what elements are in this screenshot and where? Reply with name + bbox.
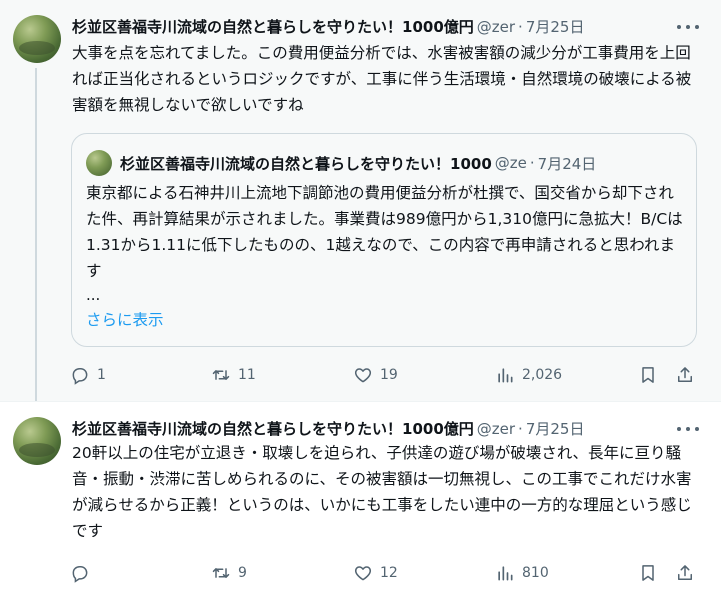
- retweet-icon: [212, 568, 230, 578]
- bookmark-button[interactable]: [638, 363, 658, 387]
- author-name[interactable]: 杉並区善福寺川流域の自然と暮らしを守りたい！1000億円: [72, 419, 474, 439]
- tweet-date[interactable]: 7月25日: [526, 419, 585, 439]
- reply-count: 1: [97, 367, 106, 383]
- separator-dot: ·: [518, 420, 523, 438]
- views-button[interactable]: 2,026: [495, 363, 562, 387]
- reply-button[interactable]: 1: [70, 363, 106, 387]
- reply-icon: [72, 566, 88, 583]
- quoted-tweet[interactable]: 杉並区善福寺川流域の自然と暮らしを守りたい！1000 @ze · 7月24日 東…: [71, 133, 697, 347]
- avatar[interactable]: [13, 417, 61, 465]
- more-icon[interactable]: [677, 18, 699, 36]
- quoted-avatar: [86, 150, 112, 176]
- author-name[interactable]: 杉並区善福寺川流域の自然と暮らしを守りたい！1000億円: [72, 17, 474, 37]
- views-count: 2,026: [522, 367, 563, 383]
- share-icon: [678, 565, 692, 580]
- tweet[interactable]: 杉並区善福寺川流域の自然と暮らしを守りたい！1000億円 @zer · 7月25…: [0, 0, 721, 401]
- action-bar: 9 12 810: [70, 561, 702, 585]
- views-icon: [498, 368, 513, 383]
- retweet-icon: [212, 370, 230, 380]
- bookmark-icon: [642, 565, 654, 581]
- quoted-date: 7月24日: [537, 154, 597, 173]
- heart-icon: [354, 566, 372, 581]
- quoted-author-handle: @ze: [494, 154, 527, 172]
- reply-button[interactable]: [70, 561, 97, 585]
- share-icon: [678, 367, 692, 382]
- reply-icon: [72, 368, 88, 385]
- like-count: 12: [380, 565, 398, 581]
- tweet-date[interactable]: 7月25日: [526, 17, 585, 37]
- tweet-header: 杉並区善福寺川流域の自然と暮らしを守りたい！1000億円 @zer · 7月25…: [72, 16, 682, 38]
- quoted-author-name: 杉並区善福寺川流域の自然と暮らしを守りたい！1000: [120, 154, 492, 173]
- tweet-text: 20軒以上の住宅が立退き・取壊しを迫られ、子供達の遊び場が破壊され、長年に亘り騒…: [72, 444, 692, 540]
- views-icon: [498, 566, 513, 581]
- bookmark-button[interactable]: [638, 561, 658, 585]
- heart-icon: [354, 368, 372, 383]
- views-button[interactable]: 810: [495, 561, 549, 585]
- quoted-header: 杉並区善福寺川流域の自然と暮らしを守りたい！1000 @ze · 7月24日: [120, 152, 690, 174]
- views-count: 810: [522, 565, 549, 581]
- quoted-text: 東京都による石神井川上流地下調節池の費用便益分析が杜撰で、国交省から却下された件…: [86, 184, 683, 280]
- like-button[interactable]: 12: [353, 561, 398, 585]
- tweet-header: 杉並区善福寺川流域の自然と暮らしを守りたい！1000億円 @zer · 7月25…: [72, 418, 682, 440]
- author-handle[interactable]: @zer: [477, 419, 515, 439]
- more-icon[interactable]: [677, 420, 699, 438]
- bookmark-icon: [642, 367, 654, 383]
- retweet-button[interactable]: 11: [211, 363, 256, 387]
- action-bar: 1 11 19 2,026: [70, 363, 702, 387]
- author-handle[interactable]: @zer: [477, 17, 515, 37]
- avatar[interactable]: [13, 15, 61, 63]
- like-button[interactable]: 19: [353, 363, 398, 387]
- share-button[interactable]: [675, 561, 695, 585]
- tweet-text: 大事を点を忘れてました。この費用便益分析では、水害被害額の減少分が工事費用を上回…: [72, 44, 692, 114]
- share-button[interactable]: [675, 363, 695, 387]
- like-count: 19: [380, 367, 398, 383]
- separator-dot: ·: [529, 154, 535, 172]
- thread-line: [35, 68, 37, 401]
- retweet-count: 9: [238, 565, 247, 581]
- retweet-count: 11: [238, 367, 256, 383]
- retweet-button[interactable]: 9: [211, 561, 247, 585]
- show-more-link[interactable]: さらに表示: [86, 308, 164, 330]
- quoted-ellipsis: ...: [86, 286, 101, 304]
- separator-dot: ·: [518, 18, 523, 36]
